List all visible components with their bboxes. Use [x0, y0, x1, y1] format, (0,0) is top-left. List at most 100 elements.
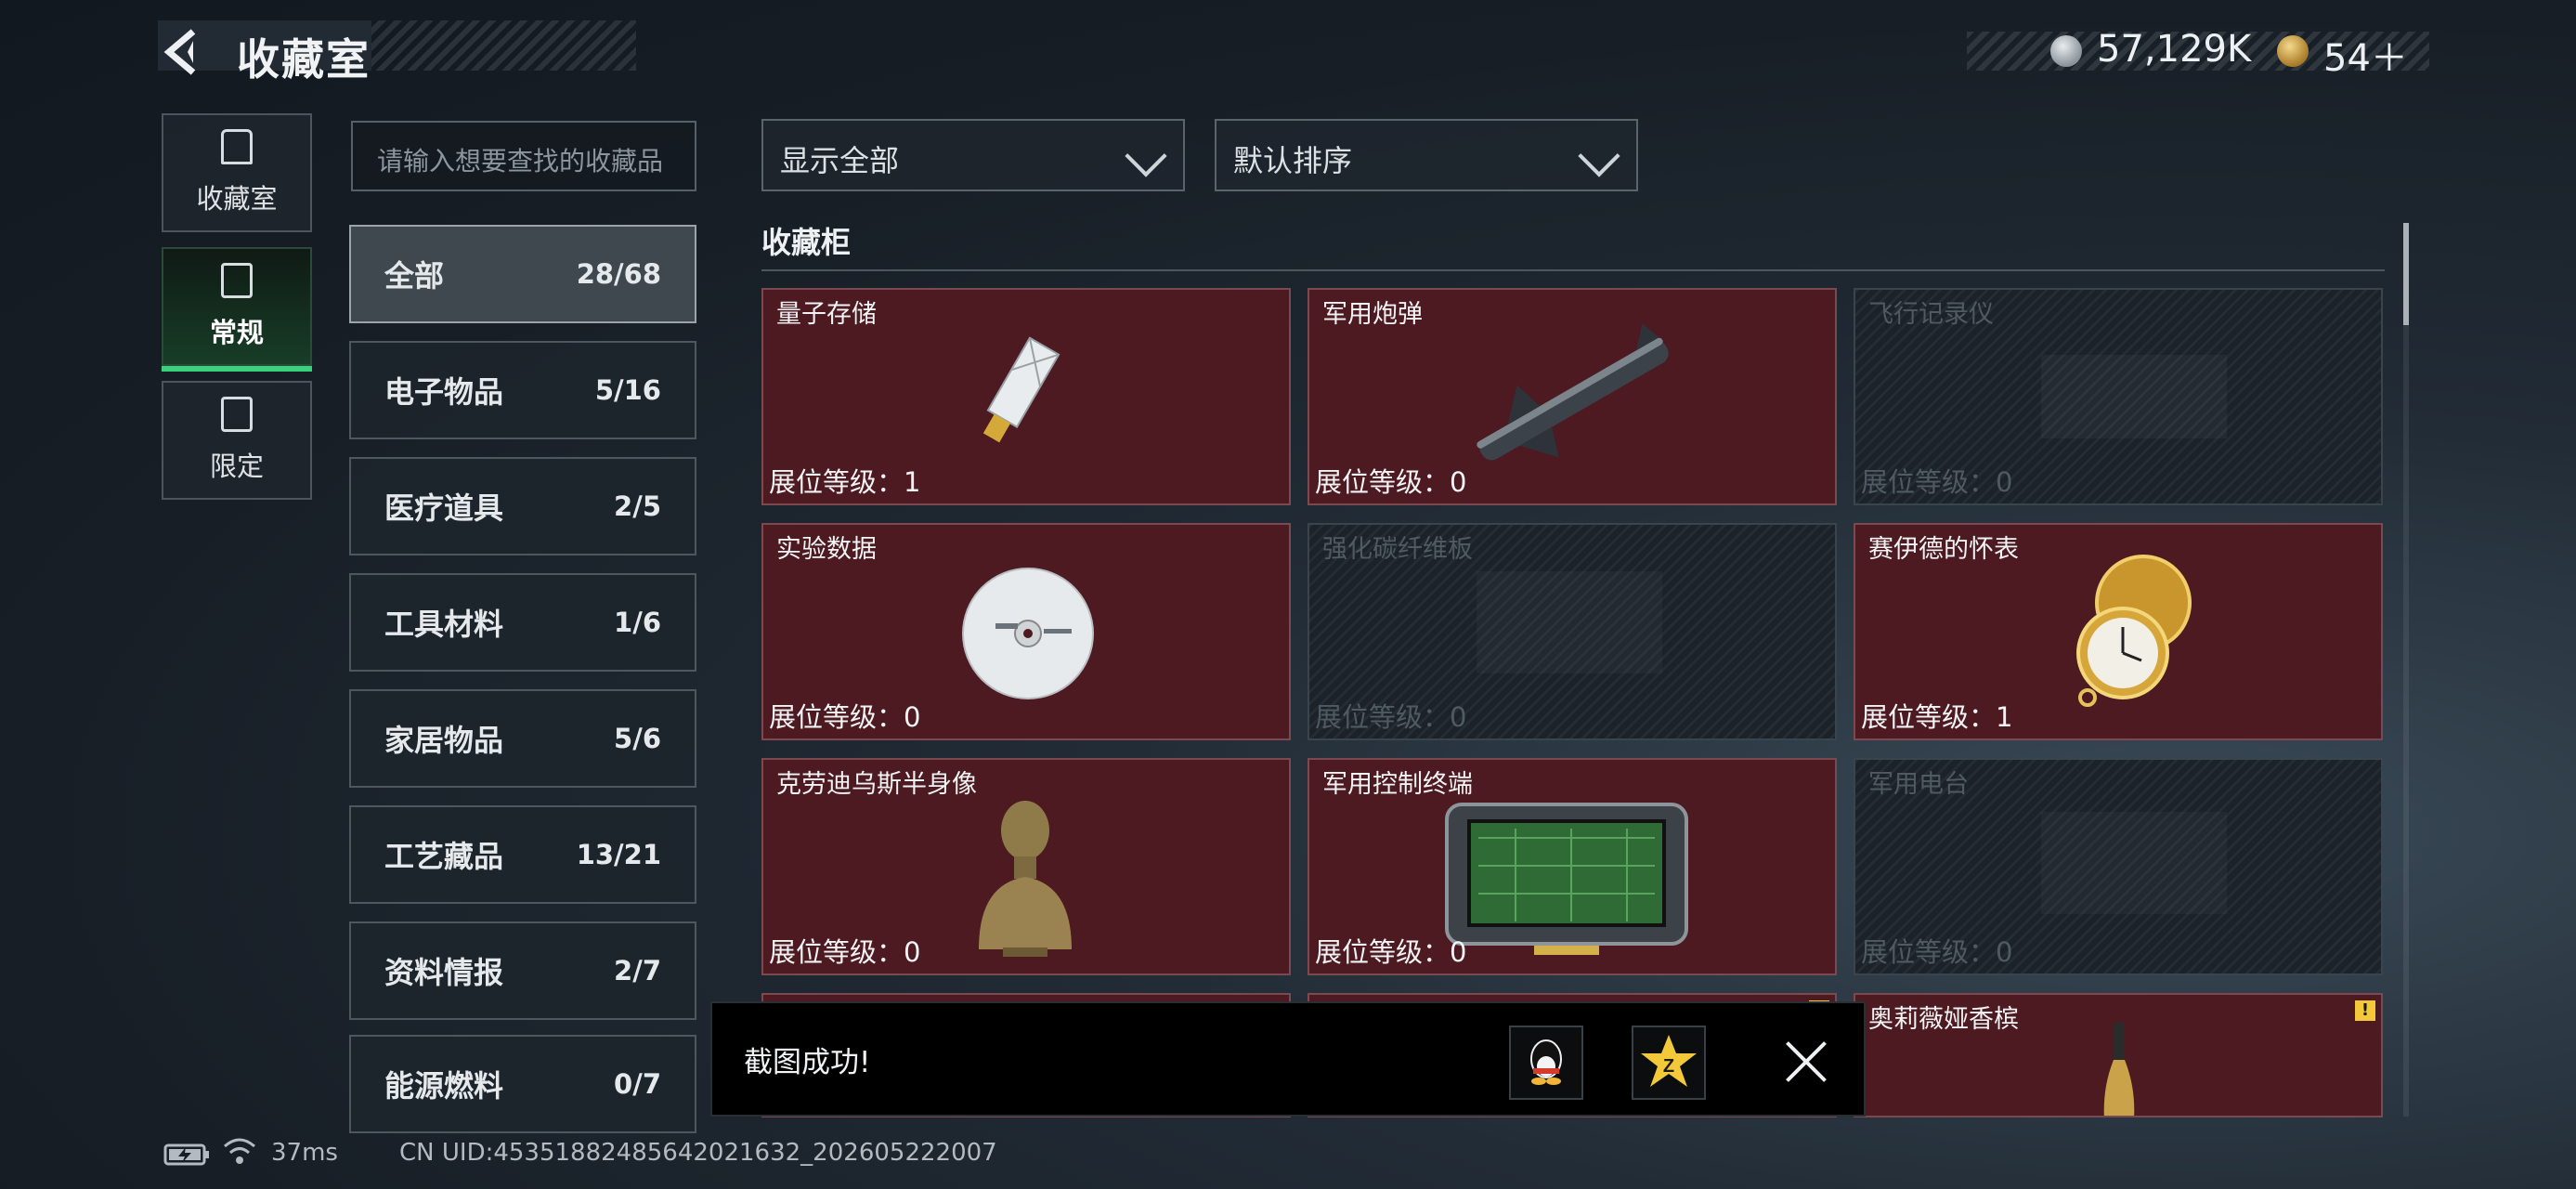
- back-arrow-icon[interactable]: [160, 28, 206, 76]
- section-title: 收藏柜: [761, 225, 852, 260]
- nav-label: 常规: [209, 317, 264, 348]
- sort-dropdown[interactable]: 默认排序: [1215, 119, 1638, 191]
- ping-text: 37ms: [271, 1139, 338, 1167]
- chevron-down-icon: [1578, 135, 1620, 177]
- dropdown-value: 默认排序: [1233, 143, 1353, 178]
- category-count: 1/6: [614, 607, 661, 638]
- card-name: 赛伊德的怀表: [1868, 535, 2019, 564]
- wifi-icon: [224, 1138, 255, 1164]
- collection-card[interactable]: 量子存储 展位等级：1: [761, 288, 1291, 505]
- category-item[interactable]: 全部 28/68: [349, 225, 696, 323]
- category-name: 电子物品: [384, 374, 504, 410]
- nav-label: 限定: [209, 451, 264, 482]
- collection-card[interactable]: 军用控制终端 展位等级：0: [1308, 758, 1837, 975]
- category-count: 13/21: [576, 839, 661, 870]
- card-name: 克劳迪乌斯半身像: [776, 770, 977, 799]
- card-name: 军用炮弹: [1322, 300, 1423, 329]
- card-level: 展位等级：1: [1861, 701, 2013, 733]
- scrollbar-thumb[interactable]: [2403, 223, 2409, 325]
- qzone-share-icon: Z: [1641, 1035, 1697, 1087]
- collection-card[interactable]: 克劳迪乌斯半身像 展位等级：0: [761, 758, 1291, 975]
- card-level: 展位等级：0: [1315, 466, 1467, 498]
- card-level: 展位等级：0: [769, 701, 921, 733]
- card-level: 展位等级：1: [769, 466, 921, 498]
- gold-currency-amount[interactable]: 54＋: [2323, 28, 2408, 82]
- usb-drive-icon: [982, 336, 1060, 443]
- category-name: 全部: [384, 258, 445, 294]
- dropdown-value: 显示全部: [780, 143, 900, 178]
- card-level: 展位等级：0: [1315, 936, 1467, 968]
- image-icon: [221, 397, 253, 432]
- card-name: 飞行记录仪: [1868, 300, 1994, 329]
- collection-card[interactable]: 实验数据 展位等级：0: [761, 523, 1291, 740]
- champagne-bottle-icon: [2103, 1023, 2135, 1116]
- pocket-watch-icon: [2076, 555, 2192, 707]
- card-name: 军用电台: [1868, 770, 1969, 799]
- collection-card-locked[interactable]: 飞行记录仪 展位等级：0: [1854, 288, 2383, 505]
- card-level: 展位等级：0: [1861, 466, 2013, 498]
- qq-share-icon: [1530, 1039, 1562, 1085]
- category-item[interactable]: 家居物品 5/6: [349, 689, 696, 788]
- section-divider: [761, 269, 2385, 271]
- collection-card-locked[interactable]: 军用电台 展位等级：0: [1854, 758, 2383, 975]
- silver-coin-icon: [2050, 35, 2082, 67]
- category-count: 5/16: [594, 374, 661, 406]
- category-name: 医疗道具: [384, 490, 504, 526]
- toast-message: 截图成功!: [744, 1046, 871, 1079]
- category-name: 能源燃料: [384, 1068, 504, 1104]
- uid-text: CN UID:4535188248564202163​2_20260522200…: [399, 1139, 997, 1167]
- category-name: 工具材料: [384, 607, 504, 642]
- show-filter-dropdown[interactable]: 显示全部: [761, 119, 1185, 191]
- category-item[interactable]: 工具材料 1/6: [349, 573, 696, 672]
- category-item[interactable]: 电子物品 5/16: [349, 341, 696, 439]
- nav-label: 收藏室: [196, 183, 278, 215]
- scrollbar-track[interactable]: [2403, 223, 2409, 1117]
- nav-regular[interactable]: 常规: [162, 247, 312, 372]
- cd-disc-icon: [962, 568, 1094, 699]
- svg-text:Z: Z: [1663, 1056, 1674, 1077]
- category-name: 家居物品: [384, 723, 504, 758]
- category-count: 2/7: [614, 955, 661, 986]
- qq-share-button[interactable]: [1509, 1026, 1583, 1100]
- nav-collection-room[interactable]: 收藏室: [162, 113, 312, 232]
- collection-card-locked[interactable]: 强化碳纤维板 展位等级：0: [1308, 523, 1837, 740]
- category-count: 5/6: [614, 723, 661, 754]
- collection-card[interactable]: 赛伊德的怀表 展位等级：1: [1854, 523, 2383, 740]
- bust-statue-icon: [979, 801, 1072, 957]
- radio-icon: [2041, 812, 2227, 914]
- card-level: 展位等级：0: [1315, 701, 1467, 733]
- category-name: 工艺藏品: [384, 839, 504, 874]
- gold-coin-icon: [2277, 35, 2309, 67]
- battery-charging-icon: [163, 1143, 209, 1166]
- collection-card[interactable]: 军用炮弹 展位等级：0: [1308, 288, 1837, 505]
- card-name: 量子存储: [776, 300, 877, 329]
- card-name: 实验数据: [776, 535, 877, 564]
- category-count: 0/7: [614, 1068, 661, 1100]
- category-name: 资料情报: [384, 955, 504, 990]
- missile-icon: [1477, 323, 1669, 461]
- card-level: 展位等级：0: [1861, 936, 2013, 968]
- close-icon[interactable]: [1785, 1040, 1828, 1083]
- category-item[interactable]: 工艺藏品 13/21: [349, 805, 696, 904]
- category-item[interactable]: 能源燃料 0/7: [349, 1035, 696, 1133]
- category-item[interactable]: 资料情报 2/7: [349, 921, 696, 1020]
- card-level: 展位等级：0: [769, 936, 921, 968]
- card-name: 奥莉薇娅香槟: [1868, 1005, 2019, 1034]
- alert-badge: !: [2355, 1000, 2375, 1021]
- carbon-plate-icon: [1477, 571, 1662, 673]
- trash-can-icon: [221, 129, 253, 164]
- category-count: 2/5: [614, 490, 661, 522]
- page-title: 收藏室: [237, 34, 371, 85]
- nav-limited[interactable]: 限定: [162, 381, 312, 500]
- document-icon: [221, 263, 253, 298]
- collection-card[interactable]: 奥莉薇娅香槟 !: [1854, 993, 2383, 1117]
- chevron-down-icon: [1125, 135, 1167, 177]
- category-count: 28/68: [576, 258, 661, 290]
- search-input[interactable]: 请输入想要查找的收藏品: [351, 121, 696, 191]
- silver-currency-amount: 57,129K: [2097, 28, 2252, 71]
- card-name: 强化碳纤维板: [1322, 535, 1473, 564]
- flight-recorder-icon: [2041, 355, 2227, 438]
- category-item[interactable]: 医疗道具 2/5: [349, 457, 696, 555]
- screenshot-toast: 截图成功! Z: [710, 1001, 1866, 1117]
- qzone-share-button[interactable]: Z: [1632, 1026, 1706, 1100]
